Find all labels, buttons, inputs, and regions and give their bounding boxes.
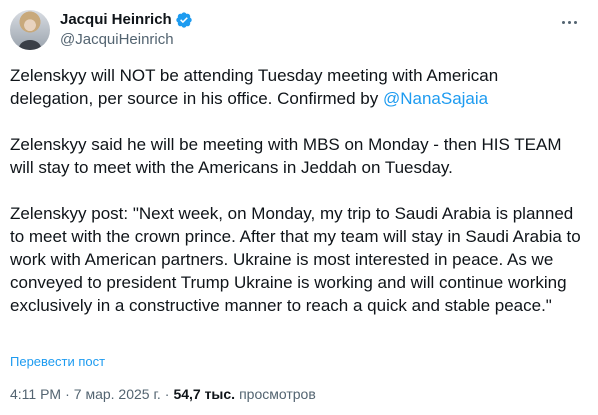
- tweet-header: Jacqui Heinrich @JacquiHeinrich: [10, 8, 588, 52]
- avatar[interactable]: [10, 10, 50, 50]
- more-options-icon[interactable]: [554, 12, 584, 32]
- tweet-date[interactable]: 7 мар. 2025 г.: [74, 386, 161, 402]
- verified-badge-icon: [176, 12, 192, 28]
- tweet-paragraph-3: Zelenskyy post: "Next week, on Monday, m…: [10, 204, 581, 315]
- author-display-name[interactable]: Jacqui Heinrich: [60, 10, 172, 30]
- tweet-paragraph-1: Zelenskyy will NOT be attending Tuesday …: [10, 64, 585, 110]
- name-row: Jacqui Heinrich: [60, 10, 193, 30]
- mention-link[interactable]: @NanaSajaia: [383, 89, 488, 108]
- views-label: просмотров: [239, 386, 316, 402]
- tweet-paragraph-2: Zelenskyy said he will be meeting with M…: [10, 135, 562, 177]
- tweet-time[interactable]: 4:11 PM: [10, 386, 61, 402]
- tweet: Jacqui Heinrich @JacquiHeinrich Zelensky…: [0, 0, 598, 415]
- tweet-meta: 4:11 PM · 7 мар. 2025 г. · 54,7 тыс. про…: [10, 386, 316, 402]
- meta-separator: ·: [164, 386, 170, 402]
- translate-post-link[interactable]: Перевести пост: [10, 354, 105, 369]
- meta-separator: ·: [65, 386, 70, 402]
- author-handle[interactable]: @JacquiHeinrich: [60, 30, 193, 50]
- author-names: Jacqui Heinrich @JacquiHeinrich: [60, 10, 193, 50]
- tweet-text: Zelenskyy will NOT be attending Tuesday …: [10, 64, 585, 317]
- views-count: 54,7 тыс.: [173, 386, 236, 402]
